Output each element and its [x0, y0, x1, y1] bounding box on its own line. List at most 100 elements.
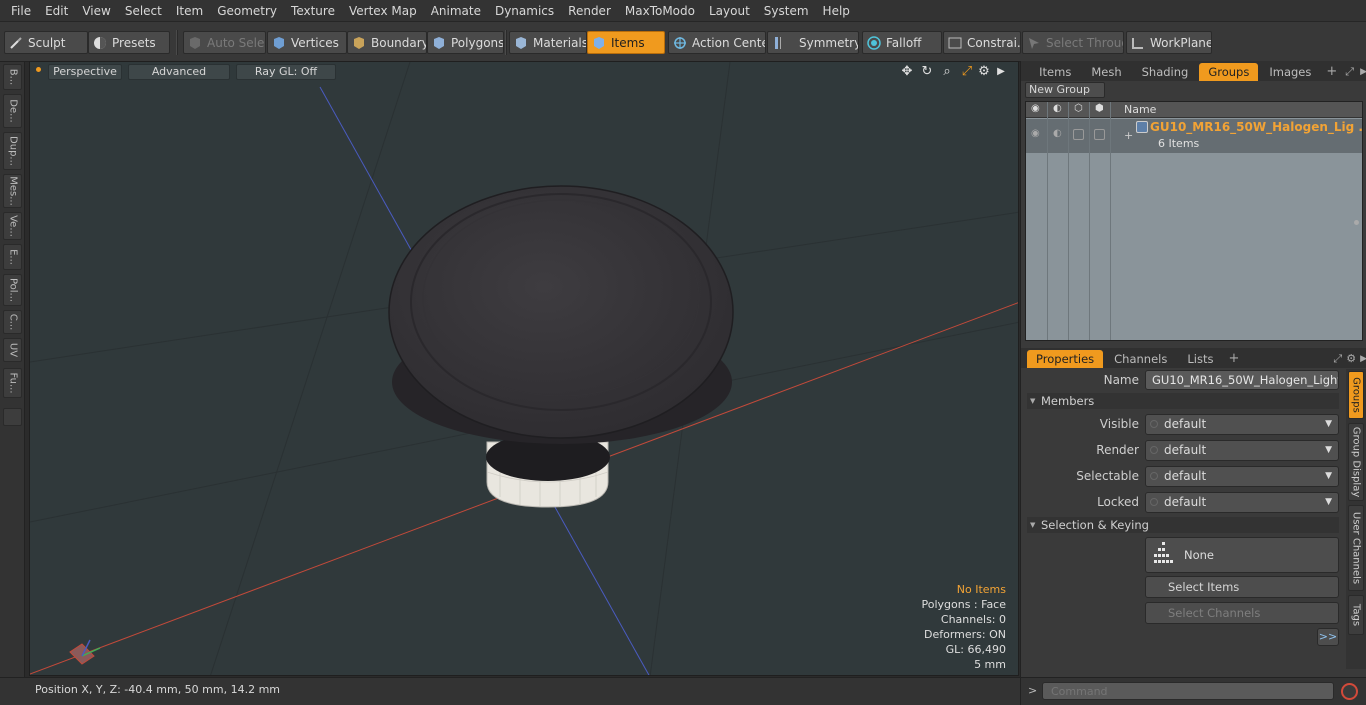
menu-vertex-map[interactable]: Vertex Map [342, 0, 424, 22]
maximize-view-icon[interactable]: ⤢ [960, 65, 974, 79]
left-tab-1[interactable]: De... [3, 94, 22, 128]
workplane-button[interactable]: WorkPlane [1126, 31, 1212, 54]
locked-icon[interactable]: ⬢ [1095, 103, 1104, 114]
render-icon[interactable]: ◐ [1053, 103, 1062, 114]
3d-viewport[interactable]: Perspective Advanced Ray GL: Off ✥ ↻ ⌕ ⤢… [29, 61, 1019, 676]
locked-toggle-dot[interactable] [1150, 498, 1158, 506]
gear-icon[interactable]: ⚙ [977, 65, 991, 79]
tab-channels[interactable]: Channels [1105, 350, 1176, 368]
side-tab-user-channels[interactable]: User Channels [1348, 505, 1364, 591]
row-render-icon[interactable]: ◐ [1053, 128, 1062, 139]
tab-mesh[interactable]: Mesh ... [1082, 63, 1130, 97]
expand-group-icon[interactable]: + [1124, 129, 1133, 142]
left-tab-6[interactable]: Pol... [3, 274, 22, 306]
new-group-button[interactable]: New Group [1025, 82, 1105, 98]
selectable-icon[interactable]: ⬡ [1074, 103, 1083, 114]
row-locked-checkbox[interactable] [1094, 129, 1105, 140]
select-through-button[interactable]: Select Through [1022, 31, 1124, 54]
panel-arrow-icon[interactable]: ▶ [1360, 63, 1366, 81]
add-properties-tab-icon[interactable]: + [1228, 350, 1239, 368]
menu-help[interactable]: Help [816, 0, 857, 22]
viewport-canvas[interactable] [30, 62, 1019, 676]
list-scroll-handle[interactable] [1354, 220, 1359, 225]
menu-system[interactable]: System [757, 0, 816, 22]
tab-images[interactable]: Images [1260, 63, 1320, 81]
constraints-button[interactable]: Constrai... [943, 31, 1021, 54]
command-input[interactable] [1042, 682, 1334, 700]
raygl-dropdown[interactable]: Ray GL: Off [236, 64, 336, 80]
action-center-button[interactable]: Action Center [668, 31, 766, 54]
selectable-select[interactable]: default ▼ [1145, 466, 1339, 487]
left-tab-extra[interactable] [3, 408, 22, 426]
left-tab-8[interactable]: UV [3, 338, 22, 362]
tab-items[interactable]: Items [1030, 63, 1080, 81]
left-tab-2[interactable]: Dup... [3, 132, 22, 170]
left-tab-7[interactable]: C... [3, 310, 22, 334]
visible-toggle-dot[interactable] [1150, 420, 1158, 428]
menu-animate[interactable]: Animate [424, 0, 488, 22]
name-field[interactable]: GU10_MR16_50W_Halogen_Light_Bul [1145, 370, 1339, 390]
move-view-icon[interactable]: ✥ [900, 65, 914, 79]
side-tab-groups[interactable]: Groups [1348, 371, 1364, 419]
menu-view[interactable]: View [75, 0, 117, 22]
menu-layout[interactable]: Layout [702, 0, 757, 22]
groups-list[interactable]: ◉ ◐ ⬡ ⬢ Name ◉ ◐ + GU10_MR16_50W_Halogen… [1025, 101, 1363, 341]
select-channels-button[interactable]: Select Channels [1145, 602, 1339, 624]
rotate-view-icon[interactable]: ↻ [920, 65, 934, 79]
keying-none-button[interactable]: None [1145, 537, 1339, 573]
left-tab-9[interactable]: Fu... [3, 368, 22, 398]
locked-select[interactable]: default ▼ [1145, 492, 1339, 513]
side-tab-tags[interactable]: Tags [1348, 595, 1364, 635]
vertices-button[interactable]: Vertices 1 [267, 31, 347, 54]
selectable-toggle-dot[interactable] [1150, 472, 1158, 480]
group-row[interactable]: ◉ ◐ + GU10_MR16_50W_Halogen_Lig ... 6 It… [1026, 119, 1362, 153]
properties-arrow-icon[interactable]: ▶ [1360, 350, 1366, 368]
shading-dropdown[interactable]: Advanced [128, 64, 230, 80]
menu-render[interactable]: Render [561, 0, 618, 22]
record-macro-icon[interactable] [1341, 683, 1358, 700]
tab-lists[interactable]: Lists [1178, 350, 1222, 368]
select-items-button[interactable]: Select Items [1145, 576, 1339, 598]
viewport-menu-dot-icon[interactable] [36, 67, 41, 72]
side-tab-group-display[interactable]: Group Display [1348, 423, 1364, 501]
menu-maxtomodo[interactable]: MaxToModo [618, 0, 702, 22]
menu-item[interactable]: Item [169, 0, 210, 22]
boundary-button[interactable]: Boundary [347, 31, 427, 54]
materials-button[interactable]: Materials [509, 31, 587, 54]
visible-select[interactable]: default ▼ [1145, 414, 1339, 435]
left-tab-4[interactable]: Ve... [3, 212, 22, 240]
selection-keying-section[interactable]: Selection & Keying [1027, 517, 1339, 533]
properties-gear-icon[interactable]: ⚙ [1346, 350, 1356, 368]
menu-dynamics[interactable]: Dynamics [488, 0, 561, 22]
auto-select-button[interactable]: Auto Select [183, 31, 266, 54]
sculpt-button[interactable]: Sculpt [4, 31, 88, 54]
members-section[interactable]: Members [1027, 393, 1339, 409]
zoom-view-icon[interactable]: ⌕ [940, 65, 954, 79]
tab-groups[interactable]: Groups [1199, 63, 1259, 81]
row-selectable-checkbox[interactable] [1073, 129, 1084, 140]
visibility-eye-icon[interactable]: ◉ [1031, 103, 1040, 114]
falloff-button[interactable]: Falloff [862, 31, 942, 54]
perspective-dropdown[interactable]: Perspective [48, 64, 122, 80]
add-tab-icon[interactable]: + [1326, 63, 1337, 81]
menu-texture[interactable]: Texture [284, 0, 342, 22]
tab-properties[interactable]: Properties [1027, 350, 1104, 368]
left-tab-5[interactable]: E... [3, 244, 22, 270]
render-select[interactable]: default ▼ [1145, 440, 1339, 461]
render-toggle-dot[interactable] [1150, 446, 1158, 454]
expand-properties-icon[interactable]: ⤢ [1333, 350, 1342, 368]
left-tab-0[interactable]: B... [3, 64, 22, 90]
menu-file[interactable]: File [4, 0, 38, 22]
polygons-button[interactable]: Polygons [427, 31, 504, 54]
menu-geometry[interactable]: Geometry [210, 0, 284, 22]
tab-shading[interactable]: Shading [1133, 63, 1198, 81]
play-arrow-icon[interactable]: ▶ [994, 65, 1008, 79]
menu-edit[interactable]: Edit [38, 0, 75, 22]
items-button[interactable]: Items [587, 31, 665, 54]
expand-panel-icon[interactable]: ⤢ [1345, 63, 1354, 81]
more-button[interactable]: >> [1317, 628, 1339, 646]
left-tab-3[interactable]: Mes... [3, 174, 22, 208]
row-visibility-eye-icon[interactable]: ◉ [1031, 128, 1040, 139]
menu-select[interactable]: Select [118, 0, 169, 22]
panel-menu-dot-icon[interactable] [1021, 63, 1030, 81]
